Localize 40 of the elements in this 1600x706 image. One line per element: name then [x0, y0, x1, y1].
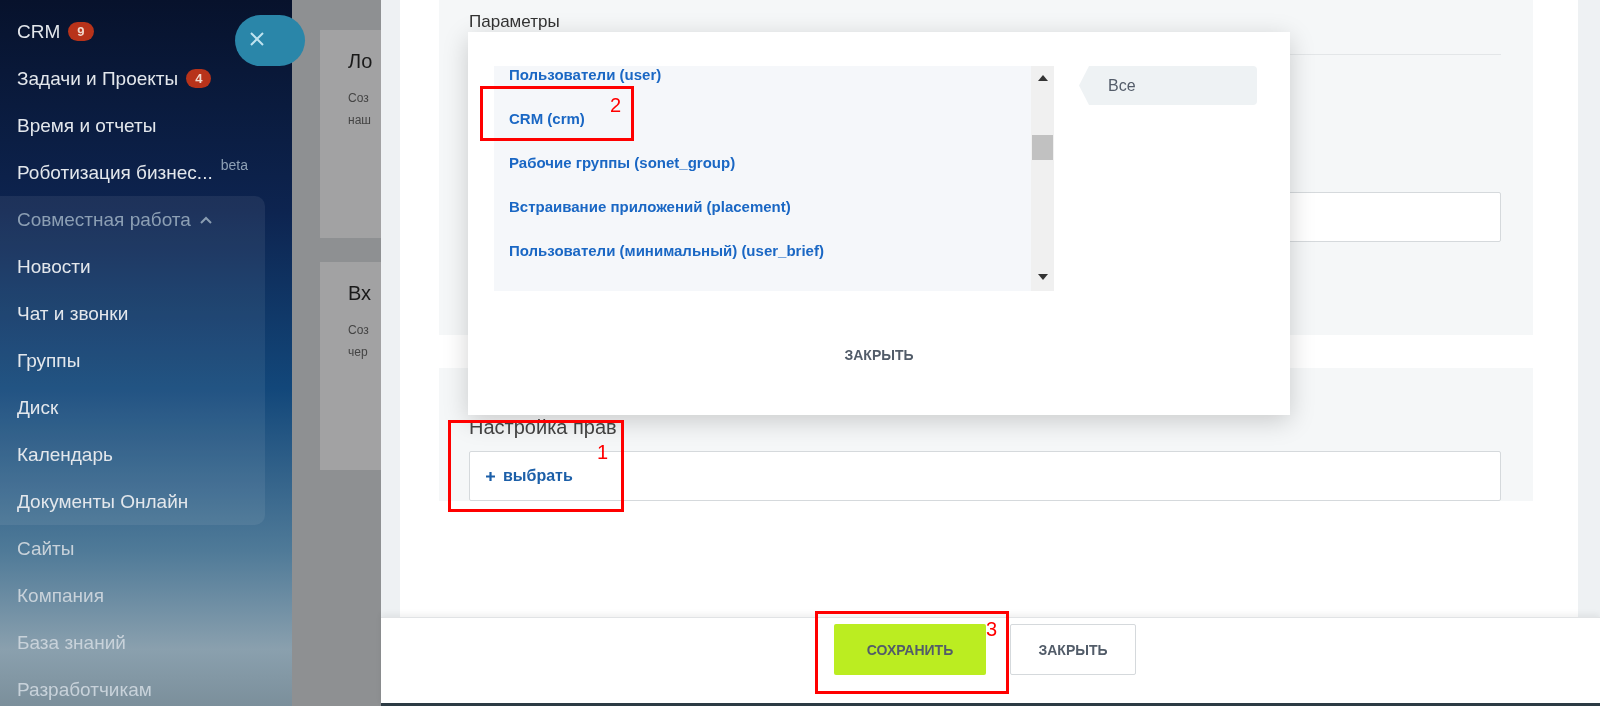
menu-item[interactable]: Диск	[0, 384, 265, 431]
close-icon	[249, 31, 265, 47]
down-arrow-icon	[1037, 274, 1048, 280]
menu-item[interactable]: Новости	[0, 243, 265, 290]
menu-item[interactable]: Время и отчеты	[17, 114, 157, 137]
counter-badge: 9	[68, 22, 94, 41]
beta-label: beta	[220, 157, 248, 173]
list-option[interactable]: Рабочие группы (sonet_group)	[509, 154, 736, 172]
list-option[interactable]: CRM (crm)	[509, 110, 585, 128]
menu-item[interactable]: Чат и звонки	[0, 290, 265, 337]
menu-item[interactable]: CRM	[17, 20, 61, 43]
annotation-number: 3	[986, 618, 998, 640]
section-title: Параметры	[469, 12, 561, 32]
selected-tag[interactable]: Все	[1079, 66, 1257, 105]
card-title: Вх	[348, 282, 373, 305]
menu-item[interactable]: Документы Онлайн	[0, 478, 265, 525]
menu-item[interactable]: Сайты	[17, 537, 75, 560]
list-option[interactable]: Пользователи (минимальный) (user_brief)	[509, 242, 824, 260]
section-title: Настройка прав	[469, 416, 618, 439]
card-title: Ло	[348, 50, 374, 73]
close-button[interactable]: ЗАКРЫТЬ	[838, 341, 920, 369]
card-text: Соз наш	[348, 90, 372, 129]
menu-item[interactable]: Календарь	[0, 431, 265, 478]
up-arrow-icon	[1037, 75, 1048, 81]
counter-badge: 4	[186, 69, 212, 88]
scrollbar-thumb[interactable]	[1032, 135, 1053, 160]
menu-item[interactable]: Группы	[0, 337, 265, 384]
close-button[interactable]: ЗАКРЫТЬ	[1010, 624, 1136, 675]
save-button[interactable]: СОХРАНИТЬ	[834, 624, 986, 675]
list-option[interactable]: Встраивание приложений (placement)	[509, 198, 791, 216]
annotation-number: 2	[610, 94, 622, 116]
scrollbar[interactable]	[1031, 66, 1054, 291]
menu-item[interactable]: Задачи и Проекты	[17, 67, 179, 90]
menu-item[interactable]: Роботизация бизнес...	[17, 161, 213, 184]
menu-group-header[interactable]: Совместная работа	[0, 196, 265, 243]
plus-icon	[485, 470, 496, 482]
chevron-icon	[198, 214, 213, 225]
list-option[interactable]: Пользователи (user)	[509, 66, 662, 84]
add-link[interactable]: выбрать	[503, 467, 573, 485]
card-text: Соз чер	[348, 322, 370, 361]
